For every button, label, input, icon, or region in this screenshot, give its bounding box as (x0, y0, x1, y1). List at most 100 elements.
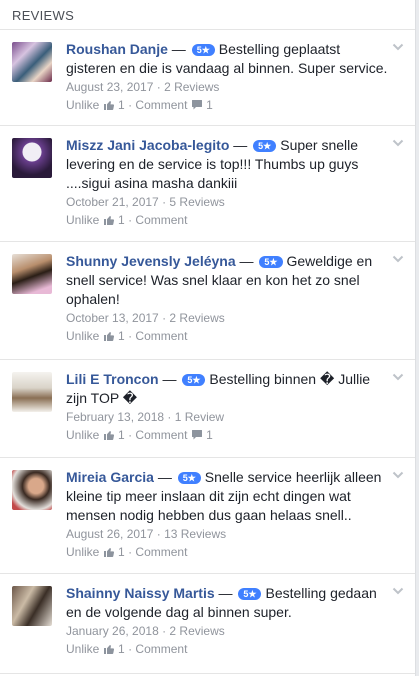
unlike-button[interactable]: Unlike (66, 98, 99, 112)
thumbs-up-icon (103, 99, 115, 116)
review-author[interactable]: Miszz Jani Jacoba-legito (66, 137, 229, 153)
review-meta: January 26, 2018 · 2 Reviews (66, 623, 391, 640)
review-item: Shainny Naissy Martis — 5★ Bestelling ged… (0, 574, 415, 674)
review-meta: February 13, 2018 · 1 Review (66, 409, 391, 426)
unlike-button[interactable]: Unlike (66, 428, 99, 442)
rating-badge: 5★ (253, 140, 277, 152)
thumbs-up-icon (103, 643, 115, 660)
action-separator: · (124, 329, 136, 343)
action-separator: · (124, 545, 136, 559)
separator: — (158, 371, 181, 387)
like-count: 1 (118, 98, 125, 112)
rating-badge: 5★ (259, 256, 283, 268)
avatar[interactable] (12, 470, 52, 510)
review-meta: October 21, 2017 · 5 Reviews (66, 194, 391, 211)
avatar[interactable] (12, 42, 52, 82)
review-date[interactable]: February 13, 2018 (66, 410, 164, 424)
separator: — (214, 585, 237, 601)
comment-button[interactable]: Comment (135, 642, 187, 656)
meta-separator: · (153, 527, 165, 541)
review-actions: Unlike 1 · Comment 1 (66, 97, 391, 116)
comment-button[interactable]: Comment (135, 329, 187, 343)
comment-button[interactable]: Comment (135, 98, 187, 112)
action-separator: · (124, 642, 136, 656)
chevron-down-icon[interactable] (391, 584, 405, 598)
unlike-button[interactable]: Unlike (66, 329, 99, 343)
review-text-block: Shunny Jevensly Jeléyna — 5★ Geweldige en… (66, 252, 391, 309)
like-count: 1 (118, 545, 125, 559)
avatar[interactable] (12, 372, 52, 412)
reviews-title: REVIEWS (12, 8, 75, 23)
reviews-header: REVIEWS (0, 0, 415, 30)
review-count: 2 Reviews (169, 311, 225, 325)
meta-separator: · (153, 80, 165, 94)
review-actions: Unlike 1 · Comment (66, 544, 391, 563)
action-separator: · (124, 213, 136, 227)
review-count: 5 Reviews (169, 195, 225, 209)
unlike-button[interactable]: Unlike (66, 642, 99, 656)
review-text-block: Mireia Garcia — 5★ Snelle service heerlij… (66, 468, 391, 525)
comment-button[interactable]: Comment (135, 545, 187, 559)
avatar[interactable] (12, 254, 52, 294)
review-item: Shunny Jevensly Jeléyna — 5★ Geweldige en… (0, 242, 415, 360)
separator: — (167, 41, 190, 57)
avatar[interactable] (12, 138, 52, 178)
like-count: 1 (118, 428, 125, 442)
unlike-button[interactable]: Unlike (66, 545, 99, 559)
meta-separator: · (158, 195, 170, 209)
separator: — (229, 137, 252, 153)
review-text-block: Roushan Danje — 5★ Bestelling geplaatst g… (66, 40, 391, 78)
review-item: Mireia Garcia — 5★ Snelle service heerlij… (0, 458, 415, 574)
like-count: 1 (118, 642, 125, 656)
review-author[interactable]: Shainny Naissy Martis (66, 585, 215, 601)
review-author[interactable]: Shunny Jevensly Jeléyna (66, 253, 236, 269)
comment-bubble-icon (191, 99, 203, 116)
review-author[interactable]: Roushan Danje (66, 41, 168, 57)
chevron-down-icon[interactable] (391, 252, 405, 266)
like-count: 1 (118, 213, 125, 227)
rating-badge: 5★ (177, 472, 201, 484)
chevron-down-icon[interactable] (391, 468, 405, 482)
review-item: Roushan Danje — 5★ Bestelling geplaatst g… (0, 30, 415, 126)
review-count: 13 Reviews (164, 527, 227, 541)
chevron-down-icon[interactable] (391, 370, 405, 384)
chevron-down-icon[interactable] (391, 136, 405, 150)
comment-count: 1 (206, 428, 213, 442)
comment-button[interactable]: Comment (135, 428, 187, 442)
review-date[interactable]: October 21, 2017 (66, 195, 159, 209)
chevron-down-icon[interactable] (391, 40, 405, 54)
unlike-button[interactable]: Unlike (66, 213, 99, 227)
review-date[interactable]: January 26, 2018 (66, 624, 159, 638)
reviews-card: REVIEWS Roushan Danje — 5★ Bestelling gep… (0, 0, 416, 676)
review-actions: Unlike 1 · Comment (66, 328, 391, 347)
review-meta: October 13, 2017 · 2 Reviews (66, 310, 391, 327)
rating-badge: 5★ (238, 588, 262, 600)
thumbs-up-icon (103, 546, 115, 563)
review-meta: August 23, 2017 · 2 Reviews (66, 79, 391, 96)
meta-separator: · (164, 410, 175, 424)
thumbs-up-icon (103, 330, 115, 347)
review-actions: Unlike 1 · Comment (66, 212, 391, 231)
thumbs-up-icon (103, 214, 115, 231)
comment-button[interactable]: Comment (135, 213, 187, 227)
review-text-block: Shainny Naissy Martis — 5★ Bestelling ged… (66, 584, 391, 622)
review-text-block: Lili E Troncon — 5★ Bestelling binnen � J… (66, 370, 391, 408)
action-separator: · (124, 428, 136, 442)
avatar[interactable] (12, 586, 52, 626)
review-date[interactable]: August 23, 2017 (66, 80, 153, 94)
review-item: Miszz Jani Jacoba-legito — 5★ Super snell… (0, 126, 415, 242)
reviews-list: Roushan Danje — 5★ Bestelling geplaatst g… (0, 30, 415, 674)
comment-bubble-icon (191, 429, 203, 446)
separator: — (153, 469, 176, 485)
review-date[interactable]: October 13, 2017 (66, 311, 159, 325)
rating-badge: 5★ (182, 374, 206, 386)
review-actions: Unlike 1 · Comment 1 (66, 427, 391, 446)
review-author[interactable]: Mireia Garcia (66, 469, 154, 485)
meta-separator: · (158, 624, 170, 638)
action-separator: · (124, 98, 136, 112)
thumbs-up-icon (103, 429, 115, 446)
rating-badge: 5★ (191, 44, 215, 56)
review-count: 1 Review (174, 410, 225, 424)
review-date[interactable]: August 26, 2017 (66, 527, 153, 541)
review-author[interactable]: Lili E Troncon (66, 371, 159, 387)
